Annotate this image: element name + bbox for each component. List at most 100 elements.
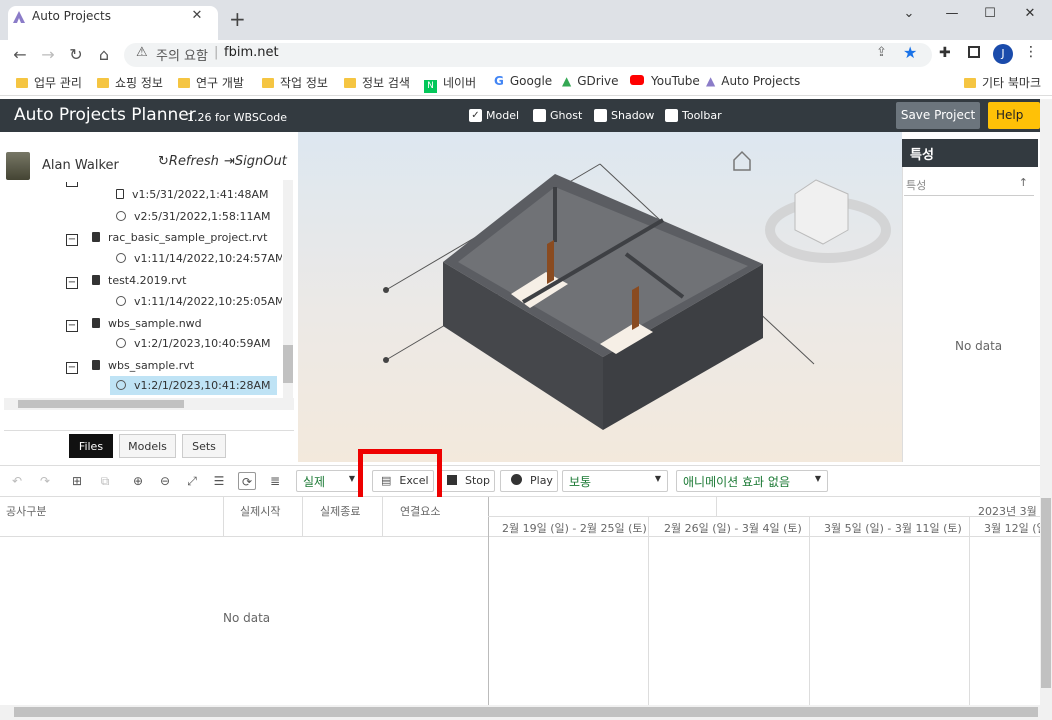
- bookmark-folder[interactable]: 연구 개발: [178, 74, 244, 92]
- column-header[interactable]: 실제종료: [320, 503, 360, 519]
- model-checkbox[interactable]: ✓: [469, 109, 482, 122]
- bookmark-label: 연구 개발: [196, 76, 244, 90]
- ghost-checkbox[interactable]: [533, 109, 546, 122]
- omnibox-separator: |: [214, 45, 219, 60]
- sort-arrow-icon[interactable]: ↑: [1019, 176, 1028, 189]
- tree-file-item[interactable]: − wbs_sample.rvt: [66, 359, 194, 374]
- bookmark-folder[interactable]: 정보 검색: [344, 74, 410, 92]
- bookmark-google[interactable]: G Google: [494, 74, 552, 92]
- folder-icon: [97, 78, 109, 88]
- tab-models[interactable]: Models: [119, 434, 176, 458]
- bookmark-folder[interactable]: 작업 정보: [262, 74, 328, 92]
- sync-icon[interactable]: ⟳: [238, 472, 256, 490]
- collapse-icon[interactable]: −: [66, 234, 78, 246]
- bookmark-naver[interactable]: N 네이버: [424, 74, 476, 93]
- save-project-button[interactable]: Save Project: [896, 102, 980, 129]
- bookmark-auto-projects[interactable]: ▲ Auto Projects: [706, 74, 800, 92]
- collapse-icon[interactable]: −: [66, 362, 78, 374]
- bookmark-star-icon[interactable]: ★: [903, 43, 917, 62]
- collapse-icon[interactable]: −: [66, 277, 78, 289]
- shadow-checkbox[interactable]: [594, 109, 607, 122]
- warning-icon[interactable]: ⚠: [136, 45, 148, 60]
- column-header[interactable]: 공사구분: [6, 503, 46, 519]
- bookmark-folder[interactable]: 업무 관리: [16, 74, 82, 92]
- tab-search-icon[interactable]: ⌄: [897, 6, 921, 26]
- redo-icon[interactable]: ↷: [36, 472, 54, 490]
- column-header[interactable]: 실제시작: [240, 503, 280, 519]
- play-button[interactable]: Play: [500, 470, 558, 492]
- column-header[interactable]: 연결요소: [400, 503, 440, 519]
- play-label: Play: [530, 474, 553, 487]
- speed-select[interactable]: 보통 ▼: [562, 470, 668, 492]
- minimize-button[interactable]: —: [940, 6, 964, 26]
- back-arrow-icon[interactable]: ←: [8, 43, 32, 67]
- zoom-out-icon[interactable]: ⊖: [156, 472, 174, 490]
- zoom-in-icon[interactable]: ⊕: [129, 472, 147, 490]
- tree-version-item[interactable]: v1:2/1/2023,10:40:59AM: [116, 337, 271, 350]
- collapse-rows-icon[interactable]: ☰: [210, 472, 228, 490]
- tree-version-item[interactable]: v1:11/14/2022,10:25:05AM: [116, 295, 282, 308]
- bookmark-youtube[interactable]: YouTube: [630, 74, 700, 92]
- tree-file-label: wbs_sample.nwd: [108, 317, 202, 330]
- building-model[interactable]: [298, 132, 902, 462]
- share-icon[interactable]: ⇪: [876, 45, 887, 60]
- security-label[interactable]: 주의 요함: [156, 45, 208, 64]
- tab-close-icon[interactable]: ✕: [188, 7, 206, 25]
- animation-select[interactable]: 애니메이션 효과 없음 ▼: [676, 470, 828, 492]
- forward-arrow-icon[interactable]: →: [36, 43, 60, 67]
- bookmark-gdrive[interactable]: ▲ GDrive: [562, 74, 619, 92]
- copy-icon[interactable]: ⧉: [96, 472, 114, 490]
- page-horizontal-scroll-thumb[interactable]: [14, 707, 1038, 717]
- folder-icon: [262, 78, 274, 88]
- tree-file-item[interactable]: − wbs_sample.nwd: [66, 317, 202, 332]
- refresh-button[interactable]: ↻Refresh: [158, 154, 219, 169]
- tree-file-item[interactable]: − test4.2019.rvt: [66, 274, 186, 289]
- tree-vertical-scroll-thumb[interactable]: [283, 345, 293, 383]
- file-icon: [92, 318, 100, 328]
- help-button[interactable]: Help De: [988, 102, 1040, 129]
- tab-files[interactable]: Files: [69, 434, 113, 458]
- tree-version-item-selected[interactable]: v1:2/1/2023,10:41:28AM: [110, 376, 277, 395]
- undo-icon[interactable]: ↶: [8, 472, 26, 490]
- tab-sets[interactable]: Sets: [182, 434, 226, 458]
- url-text[interactable]: fbim.net: [224, 45, 279, 60]
- properties-search-input[interactable]: 특성 ↑: [904, 174, 1034, 196]
- profile-avatar[interactable]: J: [993, 44, 1013, 64]
- bookmark-other[interactable]: 기타 북마크: [964, 74, 1041, 92]
- timeline-week: 2월 19일 (일) - 2월 25일 (토): [502, 522, 647, 535]
- reload-icon[interactable]: ↻: [64, 43, 88, 67]
- tree-file-item[interactable]: − rac_basic_sample_project.rvt: [66, 231, 267, 246]
- bookmark-folder[interactable]: 쇼핑 정보: [97, 74, 163, 92]
- column-divider: [302, 497, 303, 537]
- collapse-icon[interactable]: [66, 182, 78, 187]
- stop-button[interactable]: Stop: [440, 470, 495, 492]
- tree-version-item[interactable]: v2:5/31/2022,1:58:11AM: [116, 210, 271, 223]
- google-icon: G: [494, 74, 504, 88]
- toolbar-checkbox[interactable]: [665, 109, 678, 122]
- extensions-puzzle-icon[interactable]: ✚: [939, 45, 951, 61]
- collapse-icon[interactable]: −: [66, 320, 78, 332]
- zoom-fit-icon[interactable]: ⤢: [183, 472, 201, 490]
- close-window-button[interactable]: ✕: [1018, 6, 1042, 26]
- signout-button[interactable]: ⇥SignOut: [224, 154, 287, 169]
- tree-version-item[interactable]: v1:11/14/2022,10:24:57AM: [116, 252, 282, 265]
- mode-select[interactable]: 실제 ▼: [296, 470, 360, 492]
- grid-timeline-splitter[interactable]: [488, 497, 489, 705]
- model-viewer-canvas[interactable]: [298, 132, 902, 462]
- maximize-button[interactable]: ☐: [978, 6, 1002, 26]
- tree-version-item[interactable]: v1:5/31/2022,1:41:48AM: [116, 188, 269, 201]
- side-panel-icon[interactable]: [968, 46, 980, 58]
- tree-expander-partial[interactable]: [66, 180, 92, 189]
- tree-horizontal-scroll-thumb[interactable]: [18, 400, 184, 408]
- browser-menu-icon[interactable]: ⋮: [1024, 44, 1038, 60]
- clock-icon: [116, 211, 126, 221]
- home-icon[interactable]: ⌂: [92, 43, 116, 67]
- new-tab-button[interactable]: +: [229, 9, 246, 29]
- signout-label: SignOut: [234, 154, 287, 169]
- bookmark-label: 정보 검색: [362, 76, 410, 90]
- folder-icon: [16, 78, 28, 88]
- add-task-icon[interactable]: ⊞: [68, 472, 86, 490]
- page-vertical-scroll-thumb[interactable]: [1041, 498, 1051, 688]
- list-view-icon[interactable]: ≣: [266, 472, 284, 490]
- folder-icon: [178, 78, 190, 88]
